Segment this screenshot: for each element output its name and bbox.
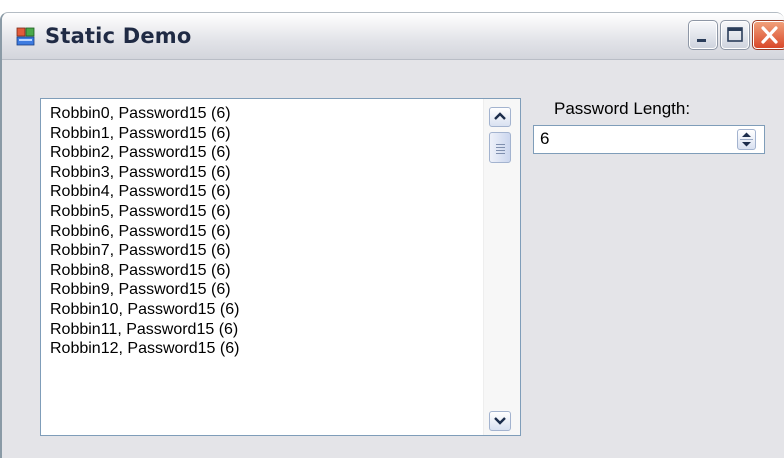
list-item[interactable]: Robbin9, Password15 (6) [50,280,482,300]
spin-buttons[interactable] [737,129,756,150]
password-length-value[interactable]: 6 [540,128,549,150]
chevron-down-icon [494,417,506,425]
list-item[interactable]: Robbin11, Password15 (6) [50,320,482,340]
title-bar[interactable]: Static Demo [2,13,784,60]
credentials-listbox[interactable]: Robbin0, Password15 (6) Robbin1, Password… [40,98,521,436]
list-item[interactable]: Robbin10, Password15 (6) [50,300,482,320]
client-area: Robbin0, Password15 (6) Robbin1, Password… [2,60,784,458]
list-items: Robbin0, Password15 (6) Robbin1, Password… [50,104,482,435]
scroll-up-button[interactable] [489,107,511,127]
window-title: Static Demo [45,24,192,48]
close-icon [761,26,778,44]
vertical-scrollbar[interactable] [483,99,520,435]
chevron-up-icon [494,112,506,120]
password-length-stepper[interactable]: 6 [533,125,765,154]
list-item[interactable]: Robbin12, Password15 (6) [50,339,482,359]
list-item[interactable]: Robbin0, Password15 (6) [50,104,482,124]
maximize-icon [727,27,743,42]
list-item[interactable]: Robbin6, Password15 (6) [50,222,482,242]
password-length-label: Password Length: [554,99,691,118]
list-item[interactable]: Robbin1, Password15 (6) [50,124,482,144]
minimize-icon [697,39,706,42]
list-item[interactable]: Robbin5, Password15 (6) [50,202,482,222]
app-window: Static Demo Robbin0, Password15 (6) Robbi… [0,12,784,458]
minimize-button[interactable] [688,20,718,50]
list-item[interactable]: Robbin4, Password15 (6) [50,182,482,202]
list-item[interactable]: Robbin8, Password15 (6) [50,261,482,281]
scroll-down-button[interactable] [489,411,511,431]
scroll-thumb[interactable] [489,132,511,163]
close-button[interactable] [752,20,784,50]
list-item[interactable]: Robbin7, Password15 (6) [50,241,482,261]
list-item[interactable]: Robbin3, Password15 (6) [50,163,482,183]
maximize-button[interactable] [720,20,750,50]
app-icon [16,27,35,46]
list-item[interactable]: Robbin2, Password15 (6) [50,143,482,163]
